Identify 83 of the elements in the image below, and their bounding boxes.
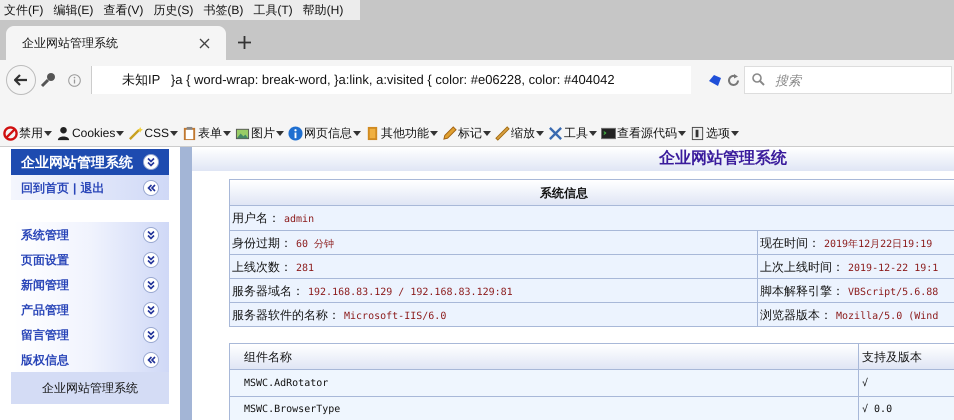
menu-item[interactable]: 工具(T)	[253, 1, 293, 19]
menu-item[interactable]: 历史(S)	[153, 1, 194, 19]
table-cell-text: 身份过期： 60 分钟	[231, 234, 334, 252]
toolbar-menu-button[interactable]: 其他功能	[365, 124, 438, 142]
toolbar-menu-button[interactable]: 表单	[182, 124, 232, 142]
toolbar-menu-button[interactable]: 网页信息	[288, 124, 362, 142]
table-cell-text: 脚本解释引擎： VBScript/5.6.88	[759, 282, 938, 300]
clipboard-icon	[182, 126, 198, 140]
ruler-icon	[495, 126, 510, 140]
table-cell-text: MSWC.BrowserType	[244, 403, 340, 417]
expand-icon[interactable]	[143, 154, 159, 170]
caret-icon	[223, 130, 232, 136]
logout-link[interactable]: 退出	[80, 178, 104, 196]
toolbar-menu-button[interactable]: 工具	[548, 124, 598, 142]
column-header: 组件名称	[244, 348, 292, 366]
expand-icon[interactable]	[143, 302, 159, 318]
menu-item[interactable]: 帮助(H)	[302, 1, 344, 19]
caret-icon	[731, 130, 740, 136]
prohibited-icon	[3, 126, 18, 140]
wand-icon	[128, 126, 144, 140]
info-icon[interactable]	[68, 74, 81, 86]
caret-icon	[116, 130, 124, 136]
caret-icon	[44, 130, 52, 136]
toolbar-menu-button[interactable]: 标记	[442, 124, 492, 142]
reload-icon[interactable]	[727, 74, 740, 86]
table-cell-text: 浏览器版本： Mozilla/5.0 (Wind	[759, 306, 938, 324]
terminal-icon	[601, 126, 616, 140]
switch-icon	[690, 126, 706, 140]
close-icon[interactable]	[199, 38, 210, 48]
table-cell-text: 服务器域名： 192.168.83.129 / 192.168.83.129:81	[231, 282, 513, 300]
sidebar-header: 企业网站管理系统	[11, 149, 169, 175]
person-icon	[56, 126, 71, 140]
expand-icon[interactable]	[143, 226, 159, 242]
key-icon	[40, 72, 56, 88]
caret-icon	[170, 130, 178, 136]
sidebar-subitem[interactable]: 企业网站管理系统	[11, 372, 169, 404]
caret-icon	[276, 130, 284, 136]
caret-icon	[353, 130, 362, 136]
table-cell-text: 上次上线时间： 2019-12-22 19:1	[759, 258, 938, 276]
toolbar-menu-button[interactable]: 选项	[690, 124, 740, 142]
search-field[interactable]: 搜索	[744, 66, 952, 94]
table-cell-text: √ 0.0	[862, 402, 892, 417]
table-cell-text: 现在时间： 2019年12月22日19:19	[759, 234, 932, 252]
menu-item[interactable]: 编辑(E)	[53, 1, 94, 19]
expand-icon[interactable]	[143, 326, 159, 342]
separator-text: |	[73, 180, 76, 196]
caret-icon	[589, 130, 598, 136]
page-title-bar: 企业网站管理系统	[192, 147, 954, 171]
caret-icon	[483, 130, 492, 136]
caret-icon	[678, 130, 686, 136]
menu-item[interactable]: 查看(V)	[103, 1, 144, 19]
toolbar-menu-button[interactable]: 图片	[235, 124, 284, 142]
column-header: 支持及版本	[862, 348, 922, 366]
table-title: 系统信息	[540, 184, 588, 202]
table-cell-text: MSWC.AdRotator	[244, 376, 328, 390]
toolbar-menu-button[interactable]: 禁用	[3, 124, 52, 142]
caret-icon	[430, 130, 438, 136]
table-cell-text: 上线次数： 281	[231, 258, 314, 276]
gem-icon[interactable]	[707, 72, 723, 88]
new-tab-icon[interactable]	[238, 36, 251, 49]
browser-tab[interactable]: 企业网站管理系统	[6, 26, 226, 60]
back-button[interactable]	[6, 65, 36, 95]
collapse-icon[interactable]	[143, 180, 159, 196]
expand-icon[interactable]	[143, 276, 159, 292]
menu-item[interactable]: 书签(B)	[203, 1, 244, 19]
expand-icon[interactable]	[143, 252, 159, 268]
collapse-icon[interactable]	[143, 352, 159, 368]
address-field[interactable]: 未知IP }a { word-wrap: break-word, }a:link, a:visited { color: #e06228, color: #404042	[91, 66, 691, 94]
search-icon	[752, 73, 765, 86]
caret-icon	[536, 130, 544, 136]
home-link[interactable]: 回到首页	[21, 178, 69, 196]
toolbar-menu-button[interactable]: 缩放	[495, 124, 544, 142]
table-cell-text: √	[862, 376, 868, 390]
table-cell-text: 用户名： admin	[231, 210, 314, 227]
info-icon	[288, 126, 304, 140]
menu-item[interactable]: 文件(F)	[4, 1, 44, 19]
pencil-icon	[442, 126, 458, 140]
back-arrow-icon	[14, 74, 28, 86]
table-cell-text: 服务器软件的名称： Microsoft-IIS/6.0	[231, 306, 446, 324]
toolbar-menu-button[interactable]: Cookies	[56, 124, 124, 142]
toolbar-menu-button[interactable]: CSS	[128, 124, 178, 142]
tools-icon	[548, 126, 564, 140]
toolbar-menu-button[interactable]: 查看源代码	[601, 124, 686, 142]
